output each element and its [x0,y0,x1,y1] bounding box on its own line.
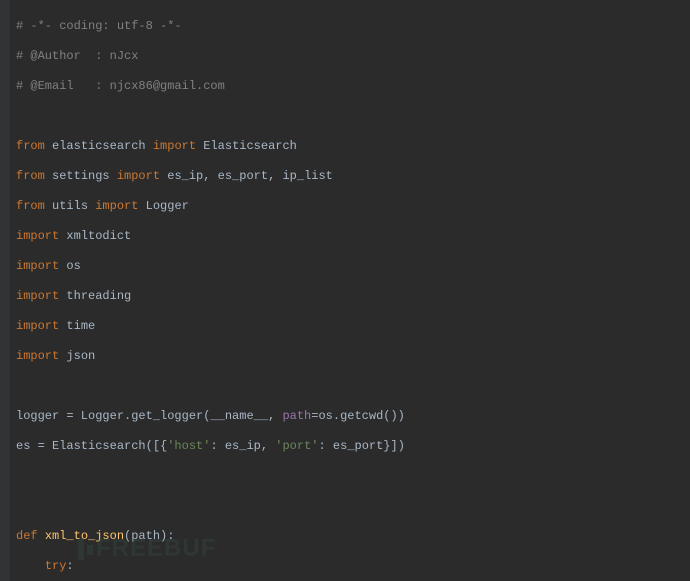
blank [12,469,690,484]
blank [12,109,690,124]
try1: try: [12,559,690,574]
comment-email: # @Email : njcx86@gmail.com [12,79,690,94]
def-xml-to-json: def xml_to_json(path): [12,529,690,544]
comment-encoding: # -*- coding: utf-8 -*- [12,19,690,34]
import-utils: from utils import Logger [12,199,690,214]
blank [12,379,690,394]
import-settings: from settings import es_ip, es_port, ip_… [12,169,690,184]
import-xmltodict: import xmltodict [12,229,690,244]
code-editor[interactable]: # -*- coding: utf-8 -*- # @Author : nJcx… [0,0,690,581]
import-json: import json [12,349,690,364]
import-threading: import threading [12,289,690,304]
import-elasticsearch: from elasticsearch import Elasticsearch [12,139,690,154]
gutter [0,0,10,581]
import-os: import os [12,259,690,274]
logger-assign: logger = Logger.get_logger(__name__, pat… [12,409,690,424]
es-assign: es = Elasticsearch([{'host': es_ip, 'por… [12,439,690,454]
import-time: import time [12,319,690,334]
blank [12,499,690,514]
code-area[interactable]: # -*- coding: utf-8 -*- # @Author : nJcx… [10,0,690,581]
comment-author: # @Author : nJcx [12,49,690,64]
